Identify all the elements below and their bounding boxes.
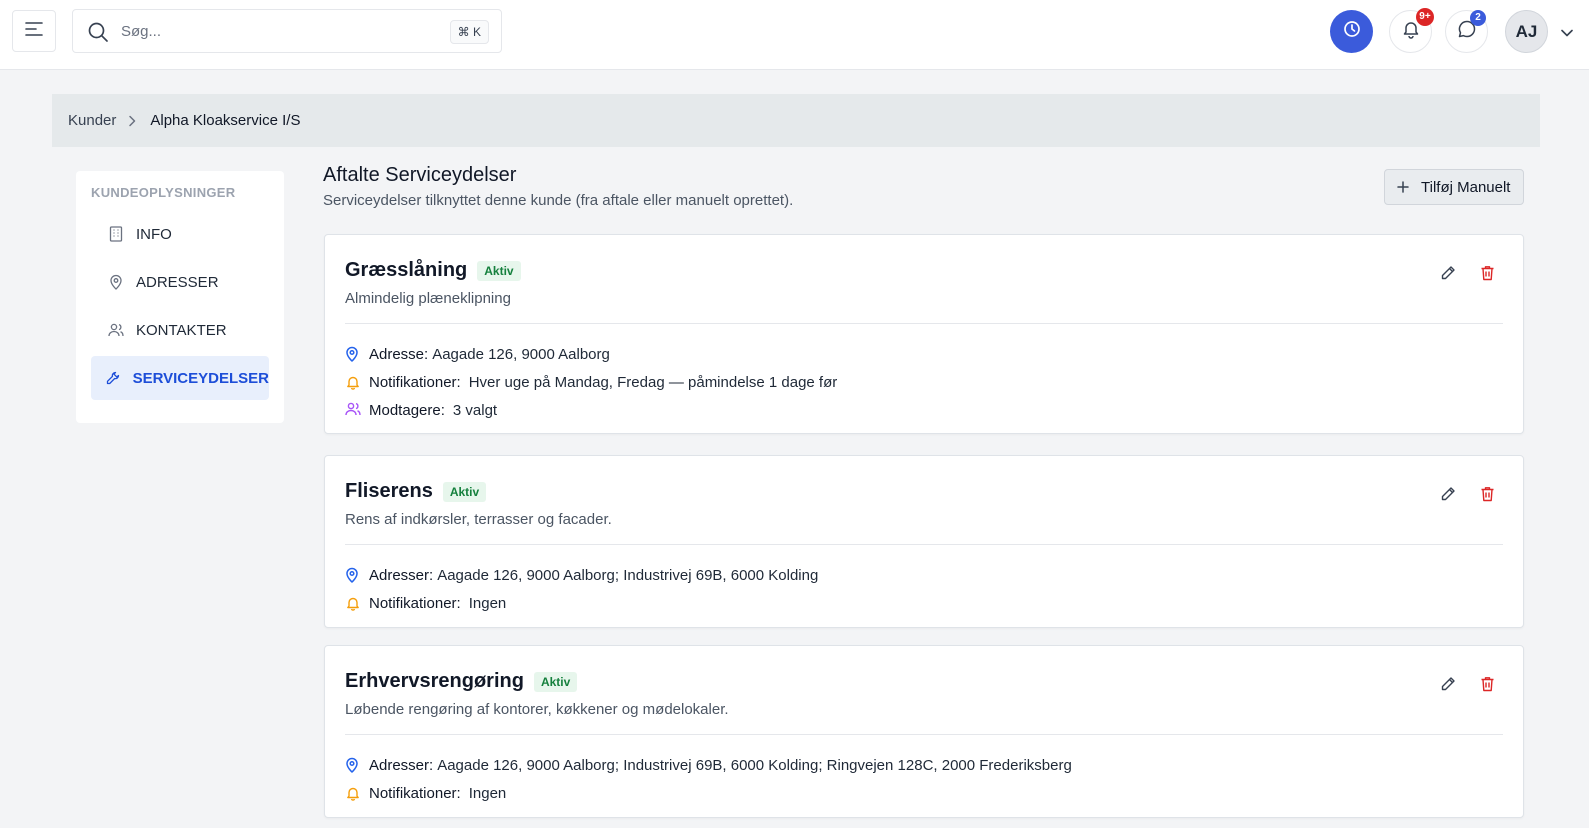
- sidebar-item-label: ADRESSER: [136, 273, 219, 291]
- notifications-value: Hver uge på Mandag, Fredag — påmindelse …: [468, 373, 838, 391]
- chevron-right-icon: [128, 115, 136, 127]
- notifications-label: Notifikationer:: [369, 373, 461, 391]
- pencil-icon[interactable]: [1440, 265, 1456, 281]
- service-title: Erhvervsrengøring: [345, 670, 524, 692]
- users-icon: [108, 322, 124, 338]
- recipients-value: 3 valgt: [452, 401, 498, 419]
- address-row: Adresser: Aagade 126, 9000 Aalborg; Indu…: [345, 751, 1503, 779]
- recipients-row: Modtagere: 3 valgt: [345, 396, 1503, 424]
- add-manual-button[interactable]: Tilføj Manuelt: [1384, 169, 1524, 205]
- address-row: Adresse: Aagade 126, 9000 Aalborg: [345, 340, 1503, 368]
- menu-toggle-button[interactable]: [12, 10, 56, 52]
- notifications-badge: 9+: [1416, 8, 1434, 26]
- notifications-label: Notifikationer:: [369, 784, 461, 802]
- notifications-label: Notifikationer:: [369, 594, 461, 612]
- wrench-icon: [106, 370, 121, 386]
- search-box[interactable]: ⌘ K: [72, 9, 502, 53]
- service-title: Græsslåning: [345, 259, 468, 281]
- pencil-icon[interactable]: [1440, 676, 1456, 692]
- bell-icon: [345, 785, 361, 801]
- sidebar-heading: KUNDEOPLYSNINGER: [91, 185, 236, 200]
- page-subtitle: Serviceydelser tilknyttet denne kunde (f…: [323, 192, 794, 209]
- menu-icon: [25, 21, 43, 41]
- messages-badge: 2: [1470, 10, 1486, 26]
- address-value: Aagade 126, 9000 Aalborg: [432, 345, 610, 363]
- breadcrumb-current: Alpha Kloakservice I/S: [150, 112, 301, 129]
- notifications-row: Notifikationer: Hver uge på Mandag, Fred…: [345, 368, 1503, 396]
- sidebar-item-label: INFO: [136, 225, 172, 243]
- building-icon: [108, 226, 124, 242]
- customer-sidebar: KUNDEOPLYSNINGER INFO ADRESSER KONTAKTER…: [76, 171, 284, 423]
- avatar-initials: AJ: [1515, 21, 1538, 41]
- service-card: Fliserens Aktiv Rens af indkørsler, terr…: [324, 455, 1524, 628]
- service-card: Græsslåning Aktiv Almindelig plæneklipni…: [324, 234, 1524, 434]
- sidebar-item-label: KONTAKTER: [136, 321, 227, 339]
- timer-button[interactable]: [1330, 10, 1373, 53]
- sidebar-item-label: SERVICEYDELSER: [132, 369, 269, 387]
- service-title: Fliserens: [345, 480, 433, 502]
- sidebar-item-info[interactable]: INFO: [91, 212, 269, 256]
- map-pin-icon: [345, 567, 361, 583]
- sidebar-item-services[interactable]: SERVICEYDELSER: [91, 356, 269, 400]
- add-manual-label: Tilføj Manuelt: [1421, 178, 1511, 196]
- address-value: Aagade 126, 9000 Aalborg; Industrivej 69…: [437, 566, 819, 584]
- clock-icon: [1343, 20, 1361, 43]
- sidebar-item-addresses[interactable]: ADRESSER: [91, 260, 269, 304]
- search-input[interactable]: [121, 20, 421, 42]
- notifications-button[interactable]: 9+: [1389, 8, 1434, 53]
- breadcrumb: Kunder Alpha Kloakservice I/S: [52, 94, 1540, 147]
- notifications-row: Notifikationer: Ingen: [345, 779, 1503, 807]
- status-badge: Aktiv: [442, 481, 487, 502]
- trash-icon[interactable]: [1480, 486, 1495, 502]
- breadcrumb-root-link[interactable]: Kunder: [68, 112, 116, 129]
- service-description: Rens af indkørsler, terrasser og facader…: [345, 511, 612, 528]
- address-row: Adresser: Aagade 126, 9000 Aalborg; Indu…: [345, 561, 1503, 589]
- bell-icon: [345, 595, 361, 611]
- map-pin-icon: [345, 346, 361, 362]
- chevron-down-icon[interactable]: [1561, 24, 1573, 42]
- notifications-row: Notifikationer: Ingen: [345, 589, 1503, 617]
- shortcut-hint: ⌘ K: [449, 20, 489, 44]
- trash-icon[interactable]: [1480, 676, 1495, 692]
- plus-icon: [1397, 181, 1409, 193]
- notifications-value: Ingen: [468, 594, 507, 612]
- map-pin-icon: [345, 757, 361, 773]
- top-bar: ⌘ K 9+ 2 AJ: [0, 0, 1589, 70]
- search-icon: [87, 21, 109, 48]
- service-description: Løbende rengøring af kontorer, køkkener …: [345, 701, 729, 718]
- status-badge: Aktiv: [477, 260, 521, 281]
- address-label: Adresse:: [369, 345, 429, 363]
- address-label: Adresser:: [369, 756, 434, 774]
- messages-button[interactable]: 2: [1445, 10, 1488, 53]
- address-value: Aagade 126, 9000 Aalborg; Industrivej 69…: [437, 756, 1072, 774]
- service-card: Erhvervsrengøring Aktiv Løbende rengørin…: [324, 645, 1524, 818]
- address-label: Adresser:: [369, 566, 434, 584]
- status-badge: Aktiv: [533, 671, 578, 692]
- service-description: Almindelig plæneklipning: [345, 290, 511, 307]
- user-avatar[interactable]: AJ: [1505, 10, 1548, 53]
- sidebar-item-contacts[interactable]: KONTAKTER: [91, 308, 269, 352]
- pencil-icon[interactable]: [1440, 486, 1456, 502]
- users-icon: [345, 402, 361, 418]
- recipients-label: Modtagere:: [369, 401, 445, 419]
- notifications-value: Ingen: [468, 784, 507, 802]
- map-pin-icon: [108, 274, 124, 290]
- trash-icon[interactable]: [1480, 265, 1495, 281]
- bell-icon: [345, 374, 361, 390]
- page-title: Aftalte Serviceydelser: [323, 164, 517, 186]
